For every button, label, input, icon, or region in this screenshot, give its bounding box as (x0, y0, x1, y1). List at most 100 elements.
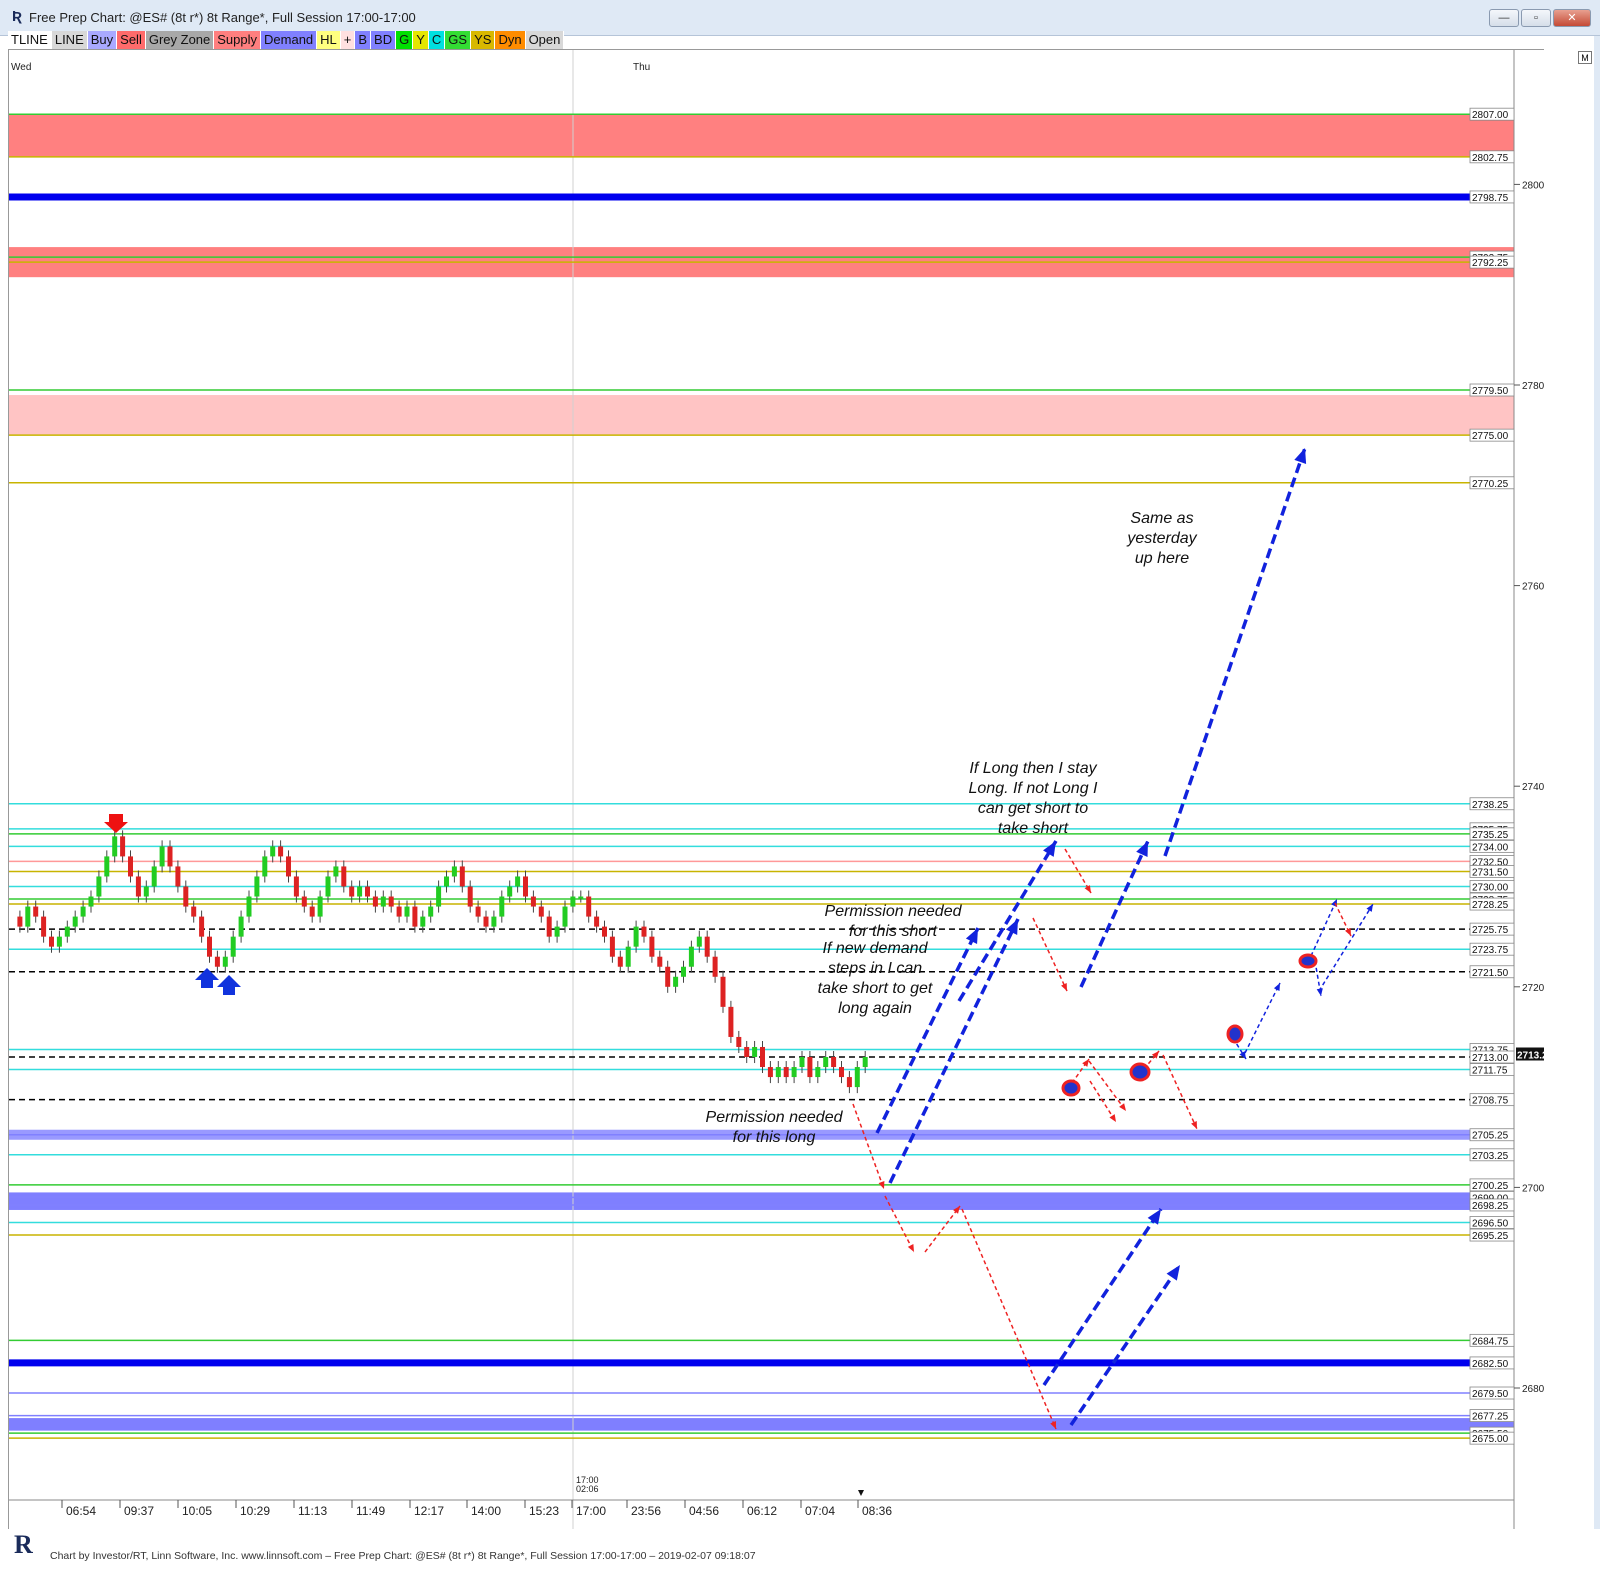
minimize-button[interactable]: — (1489, 9, 1519, 27)
candle-body (775, 1067, 781, 1078)
entry-marker-icon (1298, 953, 1318, 969)
price-chart[interactable]: 2807.002802.752798.752792.752792.252779.… (8, 49, 1544, 1529)
chart-menu-button[interactable]: M (1578, 51, 1592, 64)
price-tick-label: 2720 (1522, 983, 1544, 994)
note-if-long: can get short to (978, 800, 1088, 817)
candle-body (704, 936, 710, 957)
arrowhead-icon (1136, 841, 1148, 857)
candle-body (523, 876, 528, 897)
note-if-long: Long. If not Long I (969, 780, 1099, 797)
toolbar-button-supply[interactable]: Supply (214, 31, 262, 49)
chart-canvas[interactable]: 2807.002802.752798.752792.752792.252779.… (9, 50, 1544, 1529)
toolbar-button-sell[interactable]: Sell (117, 31, 146, 49)
level-price-label: 2775.00 (1472, 431, 1509, 442)
time-label: 11:49 (356, 1504, 385, 1518)
window-border (1594, 36, 1600, 1569)
note-if-long: If Long then I stay (969, 760, 1097, 777)
candle-body (254, 876, 260, 897)
candle-body (712, 956, 718, 977)
note-same-as-yesterday: yesterday (1126, 530, 1197, 547)
candle-body (112, 836, 118, 857)
level-price-label: 2700.25 (1472, 1181, 1509, 1192)
zone-band (9, 114, 1514, 157)
toolbar-button-tline[interactable]: TLINE (8, 31, 52, 49)
toolbar-button-grey-zone[interactable]: Grey Zone (145, 31, 215, 49)
toolbar-button-g[interactable]: G (396, 31, 414, 49)
arrowhead-icon (1191, 1121, 1197, 1129)
candle-body (175, 866, 181, 887)
candle-body (372, 896, 378, 907)
toolbar-button-c[interactable]: C (428, 31, 446, 49)
current-price-label: 2713.25 (1517, 1051, 1544, 1062)
zone-band (9, 1418, 1514, 1431)
time-label: 07:04 (805, 1504, 835, 1518)
candle-body (167, 846, 173, 867)
candle-body (688, 946, 694, 967)
arrowhead-icon (1109, 1114, 1116, 1122)
candle-body (862, 1057, 868, 1068)
candle-body (696, 936, 702, 947)
time-label: 11:13 (298, 1504, 327, 1518)
level-price-label: 2735.25 (1472, 830, 1509, 841)
level-price-label: 2703.25 (1472, 1151, 1509, 1162)
candle-body (483, 916, 489, 927)
candle-body (530, 896, 536, 907)
candle-body (799, 1057, 805, 1068)
toolbar-button-open[interactable]: Open (525, 31, 565, 49)
toolbar-button-dyn[interactable]: Dyn (495, 31, 526, 49)
note-new-demand: steps in I can (828, 960, 922, 977)
toolbar-button-gs[interactable]: GS (445, 31, 472, 49)
price-tick-label: 2700 (1522, 1183, 1544, 1194)
level-price-label: 2807.00 (1472, 110, 1509, 121)
toolbar-button-demand[interactable]: Demand (261, 31, 318, 49)
maximize-button[interactable]: ▫ (1521, 9, 1551, 27)
price-tick-label: 2780 (1522, 381, 1544, 392)
drawing-toolbar: TLINE LINE Buy Sell Grey Zone Supply Demand HL +… (8, 31, 565, 49)
toolbar-button-hl[interactable]: HL (317, 31, 341, 49)
toolbar-button-bd[interactable]: BD (371, 31, 397, 49)
candle-body (72, 916, 78, 927)
app-logo-icon: Ʀ (12, 8, 23, 25)
level-price-label: 2731.50 (1472, 867, 1509, 878)
investor-rt-logo: R (14, 1530, 33, 1559)
projection-arrow-long (957, 840, 1058, 1002)
candle-body (649, 936, 655, 957)
footer-caption: Chart by Investor/RT, Linn Software, Inc… (50, 1550, 756, 1562)
candle-body (96, 876, 102, 897)
candle-body (404, 906, 410, 917)
candle-body (80, 906, 86, 917)
level-price-label: 2708.75 (1472, 1096, 1509, 1107)
close-button[interactable]: ✕ (1553, 9, 1591, 27)
projection-arrow-long (1069, 1264, 1182, 1426)
entry-marker-icon (1226, 1024, 1244, 1044)
candle-body (783, 1067, 789, 1078)
candle-body (491, 916, 497, 927)
window-title: Free Prep Chart: @ES# (8t r*) 8t Range*,… (29, 10, 416, 25)
price-tick-label: 2800 (1522, 180, 1544, 191)
candle-body (365, 886, 370, 897)
toolbar-button-b[interactable]: B (355, 31, 372, 49)
toolbar-button-line[interactable]: LINE (51, 31, 88, 49)
candle-body (459, 866, 465, 887)
candle-body (278, 846, 284, 857)
time-label: 08:36 (862, 1504, 892, 1518)
candle-body (586, 896, 592, 917)
toolbar-button-crosshair[interactable]: + (340, 31, 356, 49)
toolbar-button-buy[interactable]: Buy (87, 31, 118, 49)
candle-body (420, 916, 426, 927)
candle-body (246, 896, 252, 917)
arrowhead-icon (1366, 904, 1373, 912)
candle-body (270, 846, 276, 857)
level-price-label: 2711.75 (1472, 1066, 1508, 1077)
candle-body (25, 906, 31, 927)
price-tick-label: 2680 (1522, 1384, 1544, 1395)
candle-body (744, 1046, 750, 1058)
candle-body (657, 956, 663, 967)
toolbar-button-y[interactable]: Y (413, 31, 429, 49)
note-new-demand: take short to get (818, 980, 933, 997)
level-price-label: 2682.50 (1472, 1359, 1509, 1370)
time-label: 10:05 (182, 1504, 212, 1518)
toolbar-button-ys[interactable]: YS (471, 31, 496, 49)
level-price-label: 2723.75 (1472, 945, 1509, 956)
session-marker-date: 02:06 (576, 1484, 599, 1494)
